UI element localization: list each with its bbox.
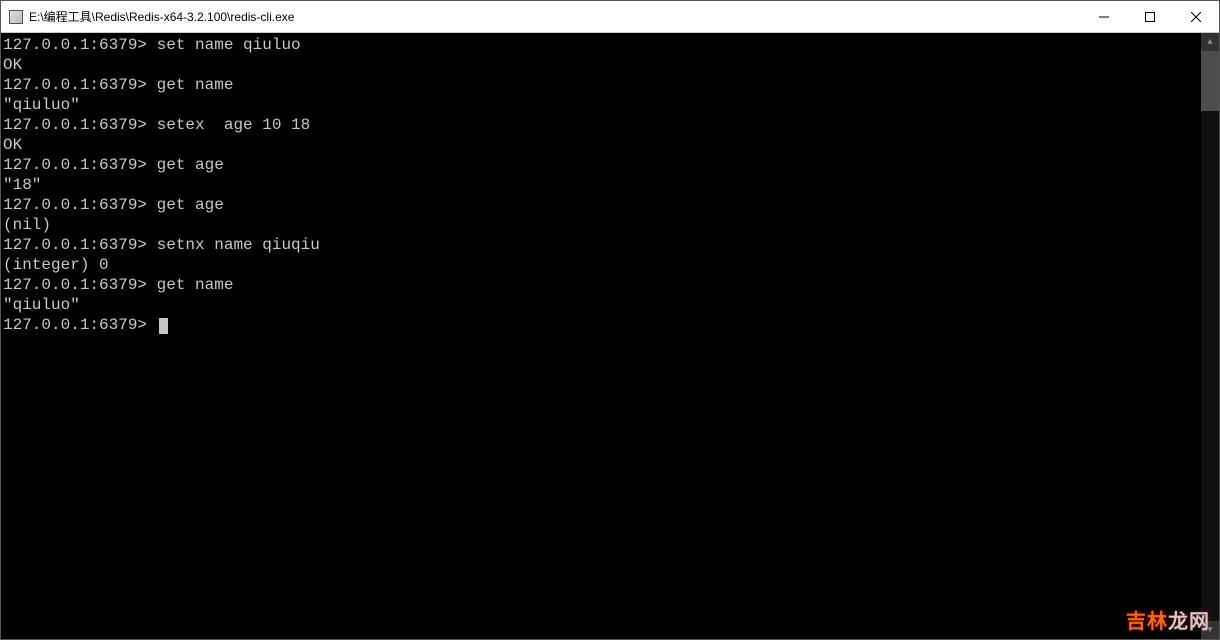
terminal-output-line: (nil)	[3, 215, 1199, 235]
maximize-icon	[1145, 12, 1155, 22]
terminal-command-line: 127.0.0.1:6379> get age	[3, 195, 1199, 215]
close-icon	[1191, 12, 1201, 22]
maximize-button[interactable]	[1127, 1, 1173, 32]
terminal-output-line: (integer) 0	[3, 255, 1199, 275]
minimize-button[interactable]	[1081, 1, 1127, 32]
terminal-command-line: 127.0.0.1:6379> set name qiuluo	[3, 35, 1199, 55]
scroll-thumb[interactable]	[1201, 51, 1219, 111]
terminal-command-line: 127.0.0.1:6379> get name	[3, 275, 1199, 295]
terminal-output-line: "qiuluo"	[3, 95, 1199, 115]
app-icon	[9, 10, 23, 24]
terminal-command-line: 127.0.0.1:6379> setnx name qiuqiu	[3, 235, 1199, 255]
minimize-icon	[1099, 12, 1109, 22]
terminal-command-line: 127.0.0.1:6379> setex age 10 18	[3, 115, 1199, 135]
terminal-output-line: "18"	[3, 175, 1199, 195]
terminal-cursor-line: 127.0.0.1:6379>	[3, 315, 1199, 335]
cursor	[159, 318, 168, 334]
scrollbar[interactable]: ▲ ▼	[1201, 33, 1219, 639]
titlebar[interactable]: E:\编程工具\Redis\Redis-x64-3.2.100\redis-cl…	[1, 1, 1219, 33]
app-window: E:\编程工具\Redis\Redis-x64-3.2.100\redis-cl…	[0, 0, 1220, 640]
terminal[interactable]: 127.0.0.1:6379> set name qiuluoOK127.0.0…	[1, 33, 1219, 639]
close-button[interactable]	[1173, 1, 1219, 32]
terminal-output-line: OK	[3, 135, 1199, 155]
terminal-content: 127.0.0.1:6379> set name qiuluoOK127.0.0…	[3, 35, 1199, 335]
scroll-up-arrow[interactable]: ▲	[1201, 33, 1219, 51]
terminal-output-line: OK	[3, 55, 1199, 75]
terminal-output-line: "qiuluo"	[3, 295, 1199, 315]
scroll-down-arrow[interactable]: ▼	[1201, 621, 1219, 639]
terminal-command-line: 127.0.0.1:6379> get age	[3, 155, 1199, 175]
window-controls	[1081, 1, 1219, 32]
terminal-command-line: 127.0.0.1:6379> get name	[3, 75, 1199, 95]
window-title: E:\编程工具\Redis\Redis-x64-3.2.100\redis-cl…	[29, 8, 1081, 25]
scroll-track[interactable]	[1201, 51, 1219, 621]
